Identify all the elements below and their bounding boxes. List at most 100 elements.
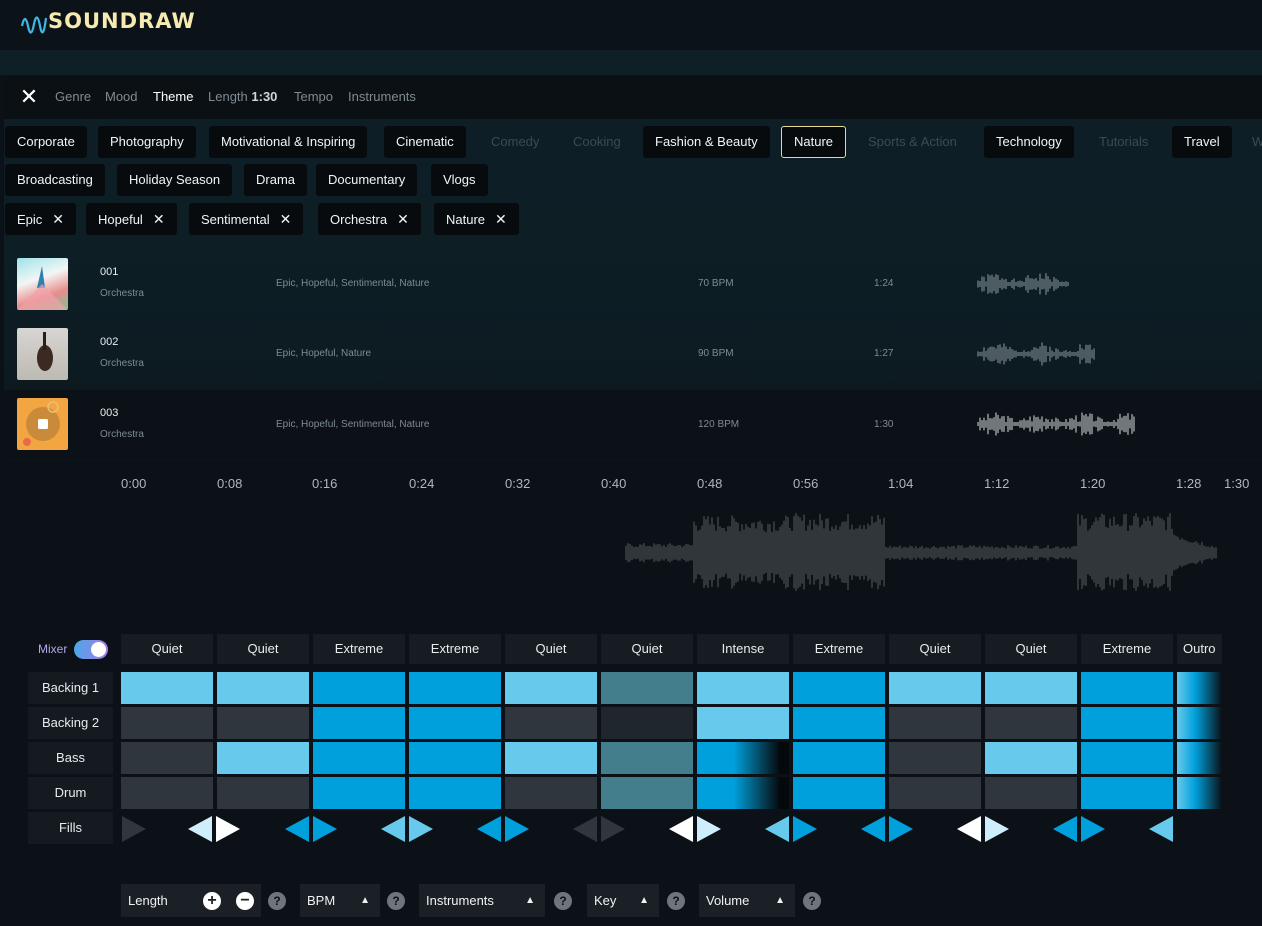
instruments-dropdown[interactable]: Instruments ▲: [419, 884, 545, 917]
theme-chip-nature[interactable]: Nature: [781, 126, 847, 158]
plus-icon[interactable]: +: [203, 892, 221, 910]
tab-tempo[interactable]: Tempo: [294, 89, 333, 104]
mixer-cell[interactable]: [1177, 777, 1222, 809]
theme-chip-broadcasting[interactable]: Broadcasting: [5, 164, 105, 196]
mixer-cell[interactable]: [505, 742, 597, 774]
mixer-cell[interactable]: [121, 742, 213, 774]
mixer-cell[interactable]: [505, 672, 597, 704]
selected-tag-nature[interactable]: Nature ✕: [434, 203, 519, 235]
track-thumbnail[interactable]: [17, 398, 68, 450]
mixer-cell[interactable]: [601, 707, 693, 739]
theme-chip-technology[interactable]: Technology: [984, 126, 1074, 158]
mixer-cell[interactable]: [409, 707, 501, 739]
minus-icon[interactable]: −: [236, 892, 254, 910]
segment-label[interactable]: Quiet: [505, 634, 597, 664]
mixer-cell[interactable]: [217, 672, 309, 704]
remove-tag-icon[interactable]: ✕: [280, 211, 292, 227]
mixer-cell[interactable]: [985, 777, 1077, 809]
track-row[interactable]: 002 Orchestra Epic, Hopeful, Nature 90 B…: [4, 320, 1262, 390]
mixer-cell[interactable]: [985, 742, 1077, 774]
mixer-cell[interactable]: [313, 742, 405, 774]
track-thumbnail[interactable]: [17, 328, 68, 380]
mixer-cell[interactable]: [1081, 777, 1173, 809]
track-row[interactable]: 001 Orchestra Epic, Hopeful, Sentimental…: [4, 250, 1262, 320]
mixer-cell[interactable]: [889, 707, 981, 739]
volume-dropdown[interactable]: Volume ▲: [699, 884, 795, 917]
mixer-cell[interactable]: [409, 742, 501, 774]
theme-chip-cinematic[interactable]: Cinematic: [384, 126, 466, 158]
mixer-cell[interactable]: [313, 777, 405, 809]
remove-tag-icon[interactable]: ✕: [153, 211, 165, 227]
remove-tag-icon[interactable]: ✕: [397, 211, 409, 227]
mixer-cell[interactable]: [505, 777, 597, 809]
mixer-cell[interactable]: [601, 742, 693, 774]
tab-genre[interactable]: Genre: [55, 89, 91, 104]
theme-chip-corporate[interactable]: Corporate: [5, 126, 87, 158]
help-icon[interactable]: ?: [387, 892, 405, 910]
selected-tag-sentimental[interactable]: Sentimental ✕: [189, 203, 304, 235]
mixer-cell[interactable]: [697, 777, 789, 809]
selected-tag-hopeful[interactable]: Hopeful ✕: [86, 203, 177, 235]
mixer-cell[interactable]: [505, 707, 597, 739]
help-icon[interactable]: ?: [667, 892, 685, 910]
track-waveform[interactable]: [974, 340, 1144, 368]
theme-chip-motivational[interactable]: Motivational & Inspiring: [209, 126, 368, 158]
remove-tag-icon[interactable]: ✕: [495, 211, 507, 227]
mixer-cell[interactable]: [1081, 742, 1173, 774]
help-icon[interactable]: ?: [268, 892, 286, 910]
tab-length[interactable]: Length 1:30: [208, 89, 277, 104]
track-row-active[interactable]: 003 Orchestra Epic, Hopeful, Sentimental…: [4, 390, 1262, 460]
track-waveform[interactable]: [974, 410, 1144, 438]
mixer-cell[interactable]: [697, 707, 789, 739]
segment-label[interactable]: Extreme: [409, 634, 501, 664]
tab-mood[interactable]: Mood: [105, 89, 138, 104]
selected-tag-epic[interactable]: Epic ✕: [5, 203, 77, 235]
mixer-cell[interactable]: [121, 777, 213, 809]
remove-tag-icon[interactable]: ✕: [52, 211, 64, 227]
track-waveform[interactable]: [974, 270, 1144, 298]
mixer-cell[interactable]: [1177, 707, 1222, 739]
mixer-cell[interactable]: [601, 777, 693, 809]
bpm-dropdown[interactable]: BPM ▲: [300, 884, 380, 917]
mixer-cell[interactable]: [409, 672, 501, 704]
fills-row[interactable]: [118, 812, 1228, 846]
mixer-cell[interactable]: [697, 672, 789, 704]
mixer-cell[interactable]: [313, 672, 405, 704]
mixer-cell[interactable]: [889, 672, 981, 704]
theme-chip-photography[interactable]: Photography: [98, 126, 196, 158]
mixer-cell[interactable]: [793, 742, 885, 774]
theme-chip-vlogs[interactable]: Vlogs: [431, 164, 488, 196]
mixer-cell[interactable]: [889, 777, 981, 809]
theme-chip-travel[interactable]: Travel: [1172, 126, 1232, 158]
segment-label[interactable]: Quiet: [217, 634, 309, 664]
mixer-cell[interactable]: [1081, 707, 1173, 739]
mixer-cell[interactable]: [985, 707, 1077, 739]
segment-label[interactable]: Outro: [1177, 634, 1222, 664]
segment-label[interactable]: Quiet: [121, 634, 213, 664]
close-icon[interactable]: ✕: [19, 86, 39, 108]
track-thumbnail[interactable]: [17, 258, 68, 310]
mixer-cell[interactable]: [985, 672, 1077, 704]
mixer-cell[interactable]: [1081, 672, 1173, 704]
mixer-cell[interactable]: [121, 707, 213, 739]
mixer-cell[interactable]: [217, 742, 309, 774]
mixer-cell[interactable]: [217, 707, 309, 739]
tab-theme[interactable]: Theme: [153, 89, 193, 104]
segment-label[interactable]: Extreme: [1081, 634, 1173, 664]
help-icon[interactable]: ?: [803, 892, 821, 910]
segment-label[interactable]: Extreme: [313, 634, 405, 664]
mixer-cell[interactable]: [697, 742, 789, 774]
mixer-cell[interactable]: [121, 672, 213, 704]
mixer-cell[interactable]: [1177, 742, 1222, 774]
theme-chip-documentary[interactable]: Documentary: [316, 164, 418, 196]
theme-chip-holiday-season[interactable]: Holiday Season: [117, 164, 233, 196]
mixer-toggle[interactable]: [74, 640, 108, 659]
mixer-cell[interactable]: [217, 777, 309, 809]
help-icon[interactable]: ?: [554, 892, 572, 910]
mixer-cell[interactable]: [889, 742, 981, 774]
tab-instruments[interactable]: Instruments: [348, 89, 416, 104]
selected-tag-orchestra[interactable]: Orchestra ✕: [318, 203, 421, 235]
logo[interactable]: SOUNDRAW: [20, 8, 196, 34]
mixer-cell[interactable]: [313, 707, 405, 739]
theme-chip-fashion-beauty[interactable]: Fashion & Beauty: [643, 126, 770, 158]
